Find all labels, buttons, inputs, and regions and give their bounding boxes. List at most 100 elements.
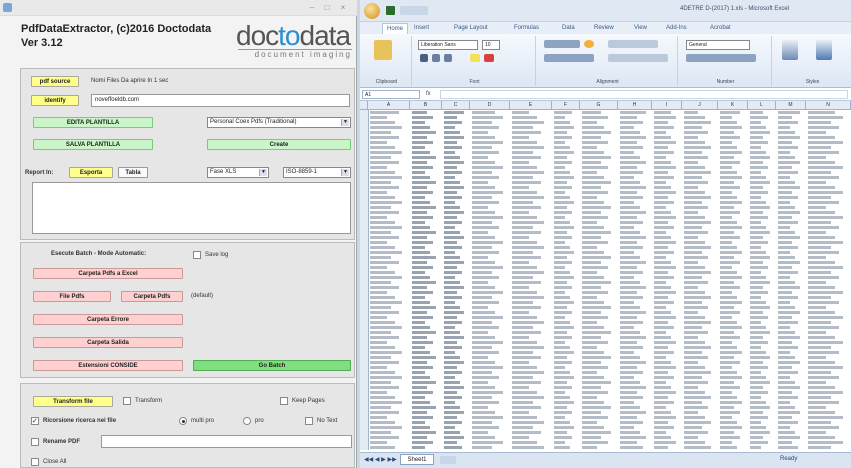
table-cell[interactable] bbox=[778, 436, 800, 439]
table-cell[interactable] bbox=[750, 151, 766, 154]
table-cell[interactable] bbox=[512, 336, 529, 339]
table-cell[interactable] bbox=[654, 361, 671, 364]
table-cell[interactable] bbox=[412, 301, 430, 304]
column-header[interactable]: A bbox=[368, 101, 410, 110]
table-cell[interactable] bbox=[412, 296, 425, 299]
table-cell[interactable] bbox=[654, 356, 666, 359]
ribbon-tab[interactable]: Insert bbox=[414, 23, 429, 33]
table-cell[interactable] bbox=[472, 331, 488, 334]
table-cell[interactable] bbox=[370, 151, 402, 154]
table-cell[interactable] bbox=[370, 186, 399, 189]
column-header[interactable]: E bbox=[510, 101, 552, 110]
table-cell[interactable] bbox=[412, 371, 425, 374]
table-cell[interactable] bbox=[412, 221, 425, 224]
table-cell[interactable] bbox=[654, 226, 674, 229]
table-cell[interactable] bbox=[654, 421, 668, 424]
table-cell[interactable] bbox=[684, 256, 708, 259]
table-cell[interactable] bbox=[444, 421, 462, 424]
table-cell[interactable] bbox=[412, 271, 425, 274]
table-cell[interactable] bbox=[720, 141, 732, 144]
table-cell[interactable] bbox=[684, 196, 711, 199]
table-cell[interactable] bbox=[472, 191, 503, 194]
table-cell[interactable] bbox=[582, 441, 608, 444]
table-cell[interactable] bbox=[684, 331, 708, 334]
table-cell[interactable] bbox=[620, 121, 643, 124]
table-cell[interactable] bbox=[512, 411, 529, 414]
table-cell[interactable] bbox=[808, 166, 843, 169]
table-cell[interactable] bbox=[750, 336, 763, 339]
table-cell[interactable] bbox=[444, 176, 455, 179]
table-cell[interactable] bbox=[808, 266, 843, 269]
table-cell[interactable] bbox=[582, 196, 597, 199]
table-cell[interactable] bbox=[778, 171, 798, 174]
table-cell[interactable] bbox=[412, 246, 425, 249]
row-number[interactable] bbox=[360, 445, 369, 450]
table-cell[interactable] bbox=[412, 441, 433, 444]
table-cell[interactable] bbox=[412, 276, 430, 279]
table-cell[interactable] bbox=[654, 426, 674, 429]
errors-folder-button[interactable]: Carpeta Errore bbox=[33, 314, 183, 325]
table-cell[interactable] bbox=[620, 166, 637, 169]
table-cell[interactable] bbox=[654, 291, 676, 294]
table-cell[interactable] bbox=[472, 171, 492, 174]
table-cell[interactable] bbox=[720, 331, 734, 334]
table-cell[interactable] bbox=[620, 286, 646, 289]
table-cell[interactable] bbox=[554, 401, 574, 404]
table-cell[interactable] bbox=[620, 406, 640, 409]
table-cell[interactable] bbox=[554, 416, 565, 419]
table-cell[interactable] bbox=[444, 256, 460, 259]
table-cell[interactable] bbox=[412, 281, 436, 284]
table-cell[interactable] bbox=[808, 236, 835, 239]
table-cell[interactable] bbox=[684, 416, 705, 419]
table-cell[interactable] bbox=[778, 326, 790, 329]
table-cell[interactable] bbox=[750, 126, 766, 129]
table-cell[interactable] bbox=[808, 441, 843, 444]
table-cell[interactable] bbox=[554, 226, 574, 229]
table-cell[interactable] bbox=[412, 396, 425, 399]
table-cell[interactable] bbox=[582, 281, 611, 284]
table-cell[interactable] bbox=[444, 201, 455, 204]
table-cell[interactable] bbox=[554, 396, 570, 399]
table-cell[interactable] bbox=[750, 341, 768, 344]
table-cell[interactable] bbox=[778, 386, 800, 389]
table-cell[interactable] bbox=[720, 231, 734, 234]
table-cell[interactable] bbox=[444, 161, 464, 164]
table-cell[interactable] bbox=[654, 296, 668, 299]
recursive-checkbox[interactable] bbox=[31, 417, 39, 425]
minimize-button[interactable]: – bbox=[306, 3, 318, 12]
table-cell[interactable] bbox=[412, 206, 436, 209]
table-cell[interactable] bbox=[620, 191, 637, 194]
table-cell[interactable] bbox=[444, 126, 455, 129]
table-cell[interactable] bbox=[472, 251, 499, 254]
table-cell[interactable] bbox=[654, 256, 666, 259]
transform-file-button[interactable]: Transform file bbox=[33, 396, 113, 407]
table-cell[interactable] bbox=[582, 431, 611, 434]
table-cell[interactable] bbox=[472, 121, 492, 124]
table-cell[interactable] bbox=[554, 371, 570, 374]
table-cell[interactable] bbox=[720, 336, 740, 339]
transform-checkbox[interactable] bbox=[123, 397, 131, 405]
table-cell[interactable] bbox=[512, 186, 529, 189]
table-cell[interactable] bbox=[554, 176, 574, 179]
table-cell[interactable] bbox=[808, 191, 843, 194]
table-cell[interactable] bbox=[472, 186, 495, 189]
table-cell[interactable] bbox=[444, 416, 457, 419]
table-cell[interactable] bbox=[684, 246, 711, 249]
table-cell[interactable] bbox=[720, 376, 742, 379]
table-cell[interactable] bbox=[750, 331, 770, 334]
table-cell[interactable] bbox=[808, 136, 835, 139]
table-cell[interactable] bbox=[720, 256, 734, 259]
table-cell[interactable] bbox=[684, 321, 711, 324]
table-cell[interactable] bbox=[412, 186, 427, 189]
spreadsheet-grid[interactable] bbox=[360, 110, 851, 452]
table-cell[interactable] bbox=[808, 346, 831, 349]
table-cell[interactable] bbox=[554, 361, 572, 364]
table-cell[interactable] bbox=[472, 436, 495, 439]
table-cell[interactable] bbox=[582, 116, 608, 119]
table-cell[interactable] bbox=[620, 311, 646, 314]
table-cell[interactable] bbox=[654, 216, 676, 219]
table-cell[interactable] bbox=[444, 241, 457, 244]
table-cell[interactable] bbox=[620, 376, 634, 379]
table-cell[interactable] bbox=[582, 411, 601, 414]
table-cell[interactable] bbox=[808, 316, 843, 319]
